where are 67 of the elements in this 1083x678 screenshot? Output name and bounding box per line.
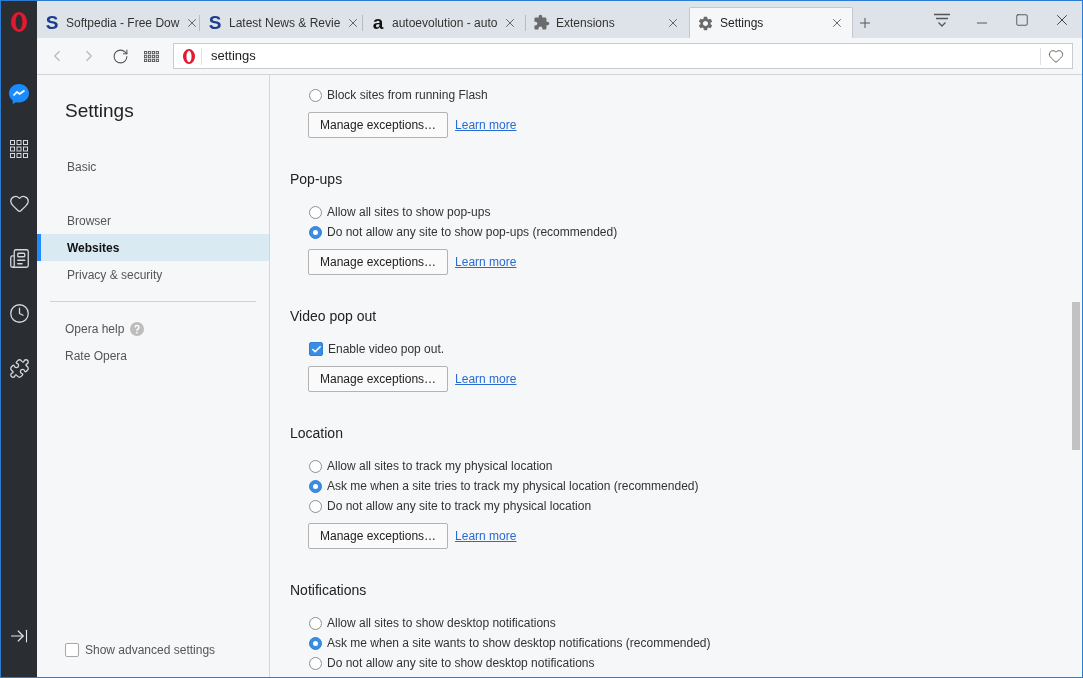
learn-more-link[interactable]: Learn more <box>455 253 517 271</box>
option-label: Ask me when a site tries to track my physical location (recommended) <box>327 478 699 495</box>
browser-tab[interactable]: a autoevolution - auto <box>363 7 525 38</box>
browser-tab[interactable]: Extensions <box>526 7 688 38</box>
option-label: Ask me when a site wants to show desktop notifications (recommended) <box>327 635 711 652</box>
radio-button[interactable] <box>309 656 322 670</box>
option-label: Do not allow any site to show pop-ups (recommended) <box>327 224 618 241</box>
address-field[interactable]: settings <box>173 43 1073 69</box>
learn-more-link[interactable]: Learn more <box>455 116 517 134</box>
reload-icon[interactable] <box>112 47 129 65</box>
close-icon[interactable] <box>830 16 844 30</box>
option-label: Do not allow any site to show desktop notifications <box>327 655 595 672</box>
nav-item[interactable]: Browser <box>37 207 269 234</box>
radio-button[interactable] <box>309 636 322 650</box>
manage-exceptions-button[interactable]: Manage exceptions… <box>308 112 449 138</box>
favicon-letter: S <box>207 13 223 32</box>
section-heading: Location <box>290 423 343 443</box>
puzzle-icon[interactable] <box>8 358 30 379</box>
opera-logo-icon[interactable] <box>183 48 195 64</box>
manage-exceptions-button[interactable]: Manage exceptions… <box>308 249 449 275</box>
radio-button[interactable] <box>309 459 322 473</box>
history-clock-icon[interactable] <box>8 303 30 324</box>
option-label: Block sites from running Flash <box>327 87 488 104</box>
option-label: Do not allow any site to track my physical location <box>327 498 592 515</box>
browser-tab[interactable]: S Softpedia - Free Dow <box>37 7 199 38</box>
radio-button[interactable] <box>309 225 322 239</box>
radio-button[interactable] <box>309 499 322 513</box>
checkbox[interactable] <box>65 643 79 657</box>
option-label: Allow all sites to track my physical location <box>327 458 553 475</box>
option-label: Allow all sites to show desktop notifications <box>327 615 556 632</box>
option-label: Allow all sites to show pop-ups <box>327 204 491 221</box>
browser-tab[interactable]: Settings <box>689 7 853 38</box>
learn-more-link[interactable]: Learn more <box>455 527 517 545</box>
nav-item[interactable]: Basic <box>37 153 269 180</box>
favicon-letter: S <box>44 13 60 32</box>
section-heading: Pop-ups <box>290 169 343 189</box>
maximize-icon[interactable] <box>1015 12 1029 27</box>
new-tab-icon[interactable] <box>857 15 873 31</box>
sidebar-link[interactable]: Rate Opera <box>65 346 128 365</box>
radio-button[interactable] <box>309 88 322 102</box>
nav-item[interactable]: Websites <box>37 234 269 261</box>
option-label: Enable video pop out. <box>328 341 445 358</box>
manage-exceptions-button[interactable]: Manage exceptions… <box>308 366 449 392</box>
favicon-letter: a <box>371 13 385 32</box>
speed-dial-icon[interactable] <box>10 139 28 158</box>
learn-more-link[interactable]: Learn more <box>455 370 517 388</box>
puzzle-icon <box>533 14 550 31</box>
sidebar-link[interactable]: Opera help <box>65 319 145 338</box>
speed-dial-icon[interactable] <box>144 50 159 62</box>
gear-icon <box>697 14 714 32</box>
easy-setup-icon[interactable] <box>934 13 950 28</box>
section-heading: Video pop out <box>290 306 377 326</box>
radio-button[interactable] <box>309 479 322 493</box>
scrollbar-thumb[interactable] <box>1071 302 1080 450</box>
settings-title: Settings <box>65 99 134 123</box>
radio-button[interactable] <box>309 205 322 219</box>
browser-tab[interactable]: S Latest News & Revie <box>200 7 362 38</box>
section-heading: Notifications <box>290 580 367 600</box>
checkbox-label: Show advanced settings <box>85 642 216 659</box>
nav-item[interactable]: Privacy & security <box>37 261 269 288</box>
heart-icon[interactable] <box>8 193 30 214</box>
messenger-icon[interactable] <box>9 83 29 104</box>
opera-logo-icon[interactable] <box>11 11 27 32</box>
radio-button[interactable] <box>309 616 322 630</box>
news-icon[interactable] <box>8 248 30 269</box>
checkbox[interactable] <box>309 342 323 356</box>
manage-exceptions-button[interactable]: Manage exceptions… <box>308 523 449 549</box>
